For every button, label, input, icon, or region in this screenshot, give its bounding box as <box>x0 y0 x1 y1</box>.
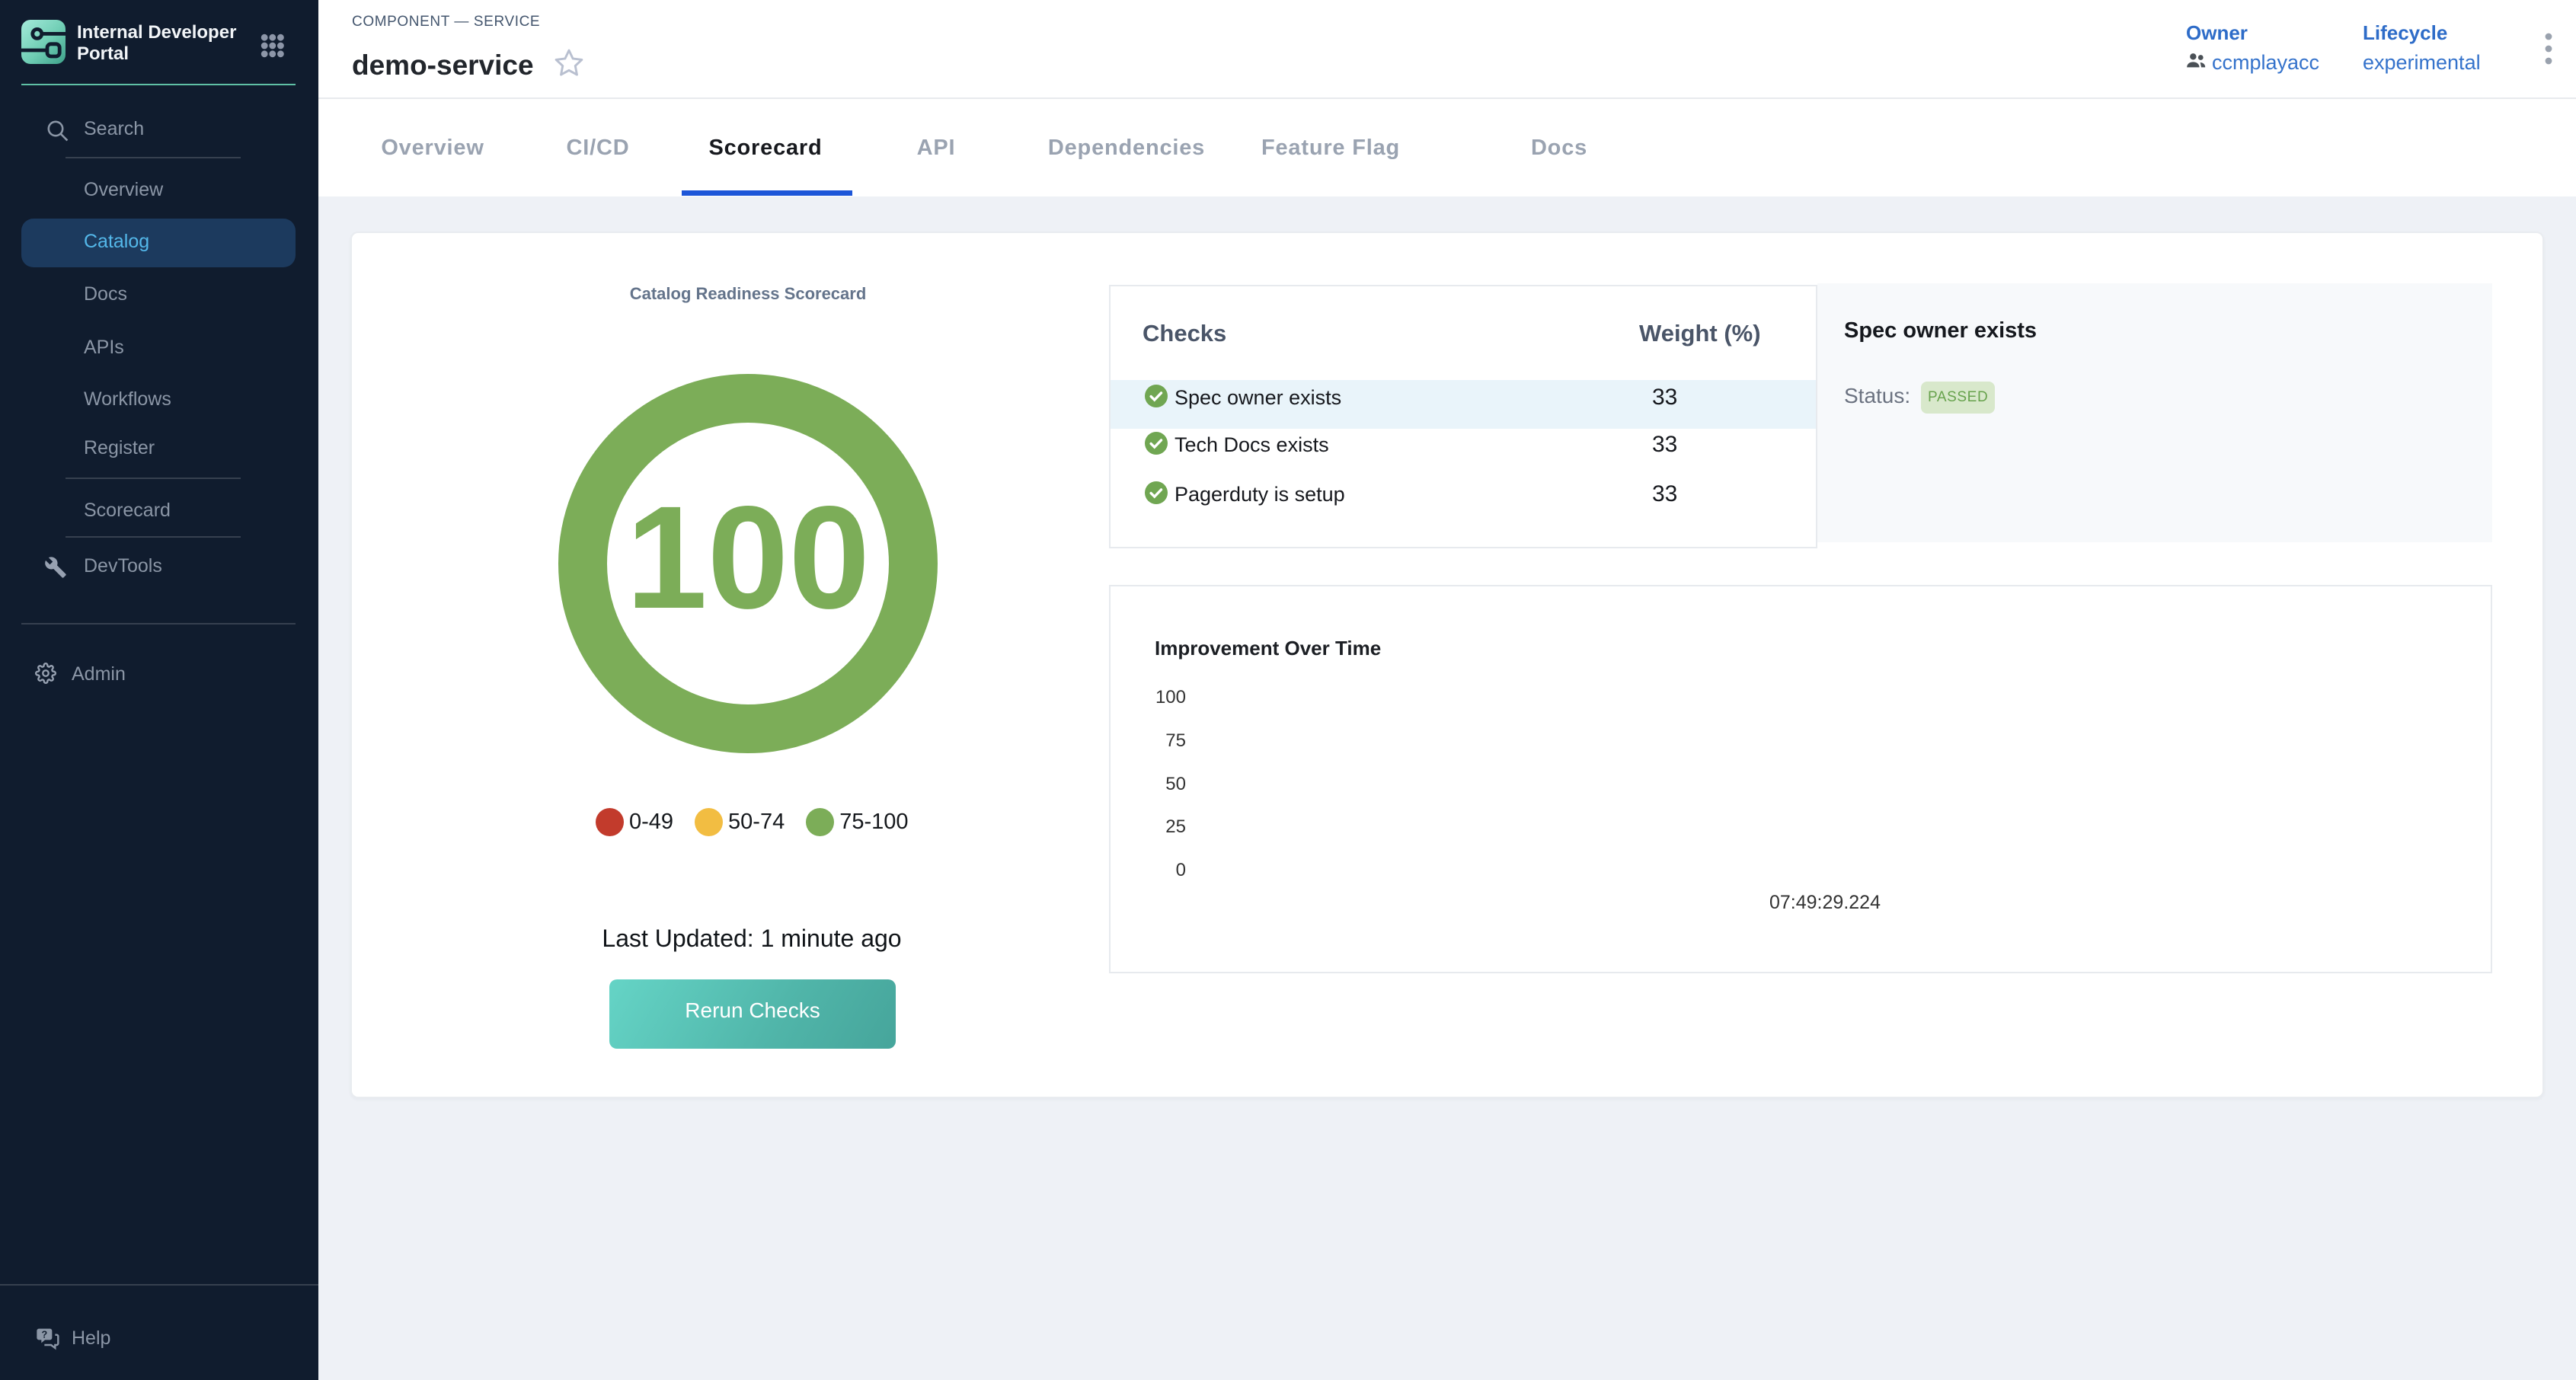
svg-text:?: ? <box>41 1330 47 1340</box>
